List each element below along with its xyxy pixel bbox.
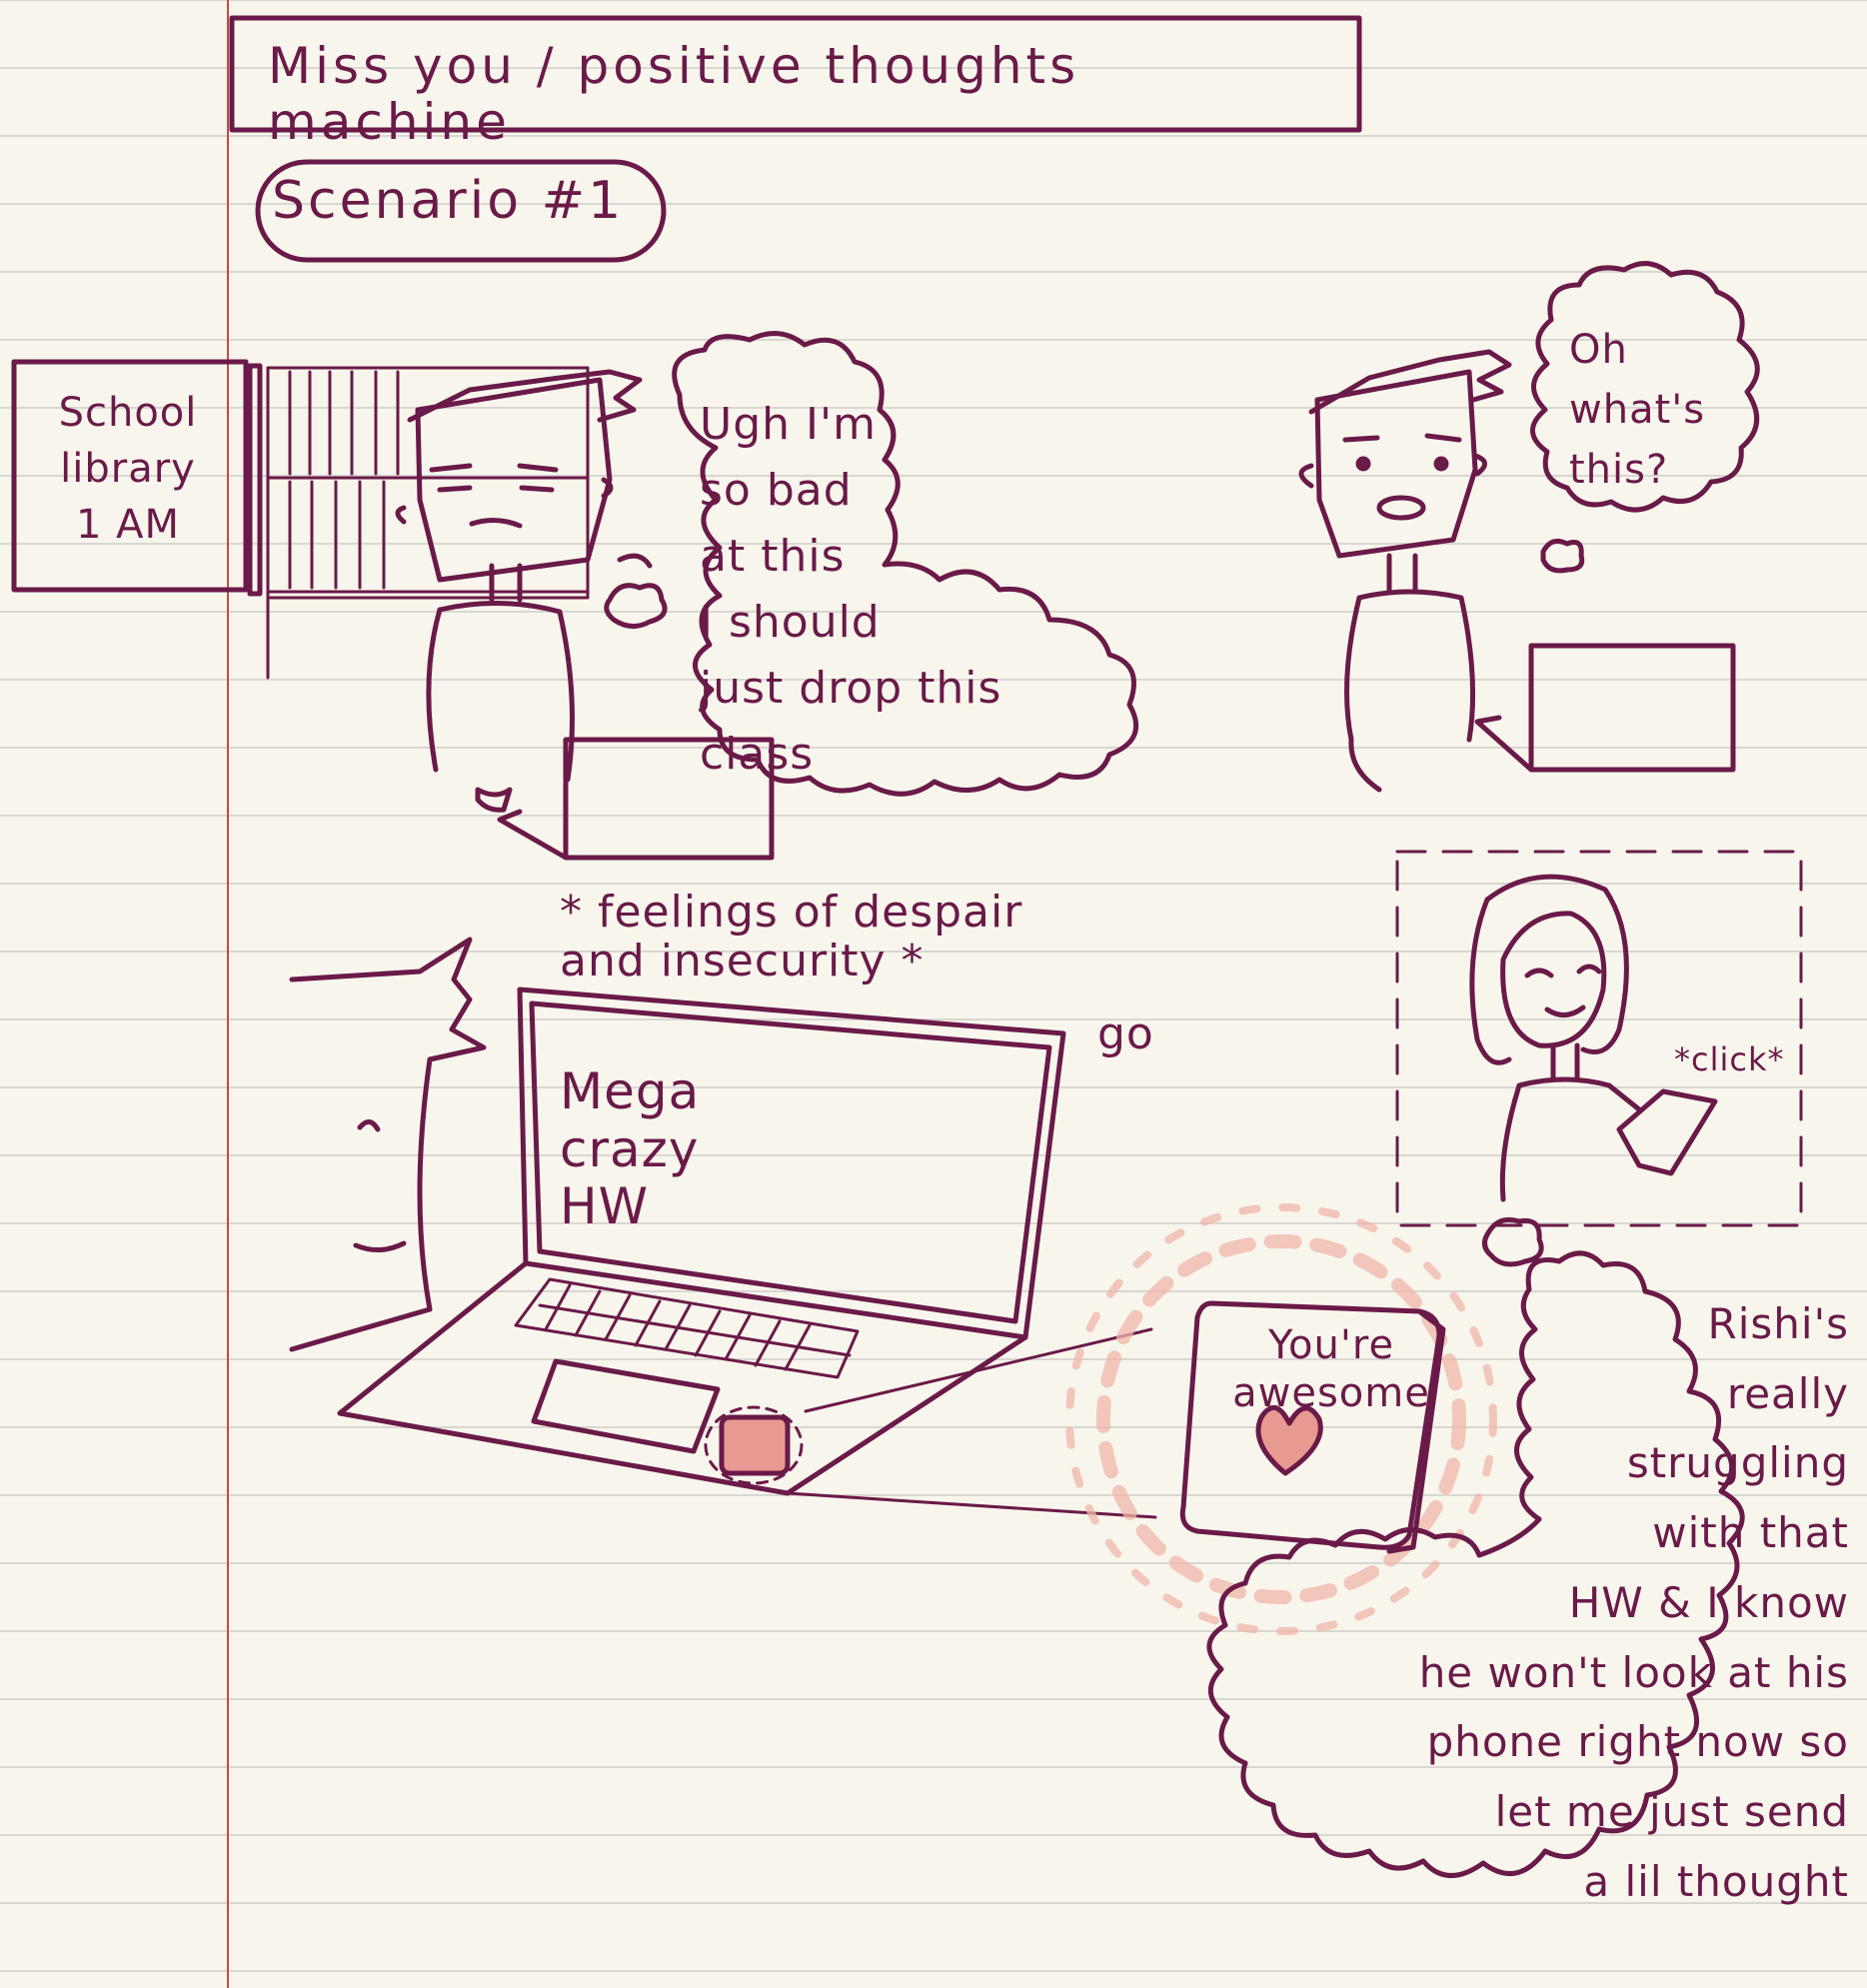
feelings-go: go: [1097, 1008, 1154, 1059]
hand-pushing-laptop: [289, 937, 487, 1352]
scenario-label: Scenario #1: [272, 171, 625, 231]
girl-figure: [1469, 874, 1718, 1202]
thought-bubble-2-tail: [1540, 538, 1585, 574]
notebook-page: Miss you / positive thoughts machine Sce…: [0, 0, 1867, 1988]
feelings-caption: * feelings of despair and insecurity *: [560, 887, 1023, 988]
thought-bubble-2-text: Oh what's this?: [1569, 327, 1706, 493]
laptop-screen-text: Mega crazy HW: [560, 1062, 701, 1235]
thought-bubble-1-tail-small: [617, 553, 653, 569]
location-sign-text: School library 1 AM: [58, 390, 198, 548]
signal-line-bottom: [786, 1491, 1157, 1519]
page-title: Miss you / positive thoughts machine: [268, 37, 1080, 151]
girl-panel-frame: [1395, 850, 1803, 1227]
laptop-back-2: [1474, 643, 1736, 773]
hand-eye-mark: [353, 1119, 407, 1252]
thought-bubble-1-text: Ugh I'm so bad at this I should just dro…: [700, 399, 1002, 780]
click-caption: *click*: [1674, 1040, 1785, 1078]
thought-bubble-1-tail: [604, 583, 668, 629]
thought-bubble-3-text: Rishi's really struggling with that HW &…: [1418, 1299, 1849, 1906]
location-sign-post: [247, 363, 263, 597]
